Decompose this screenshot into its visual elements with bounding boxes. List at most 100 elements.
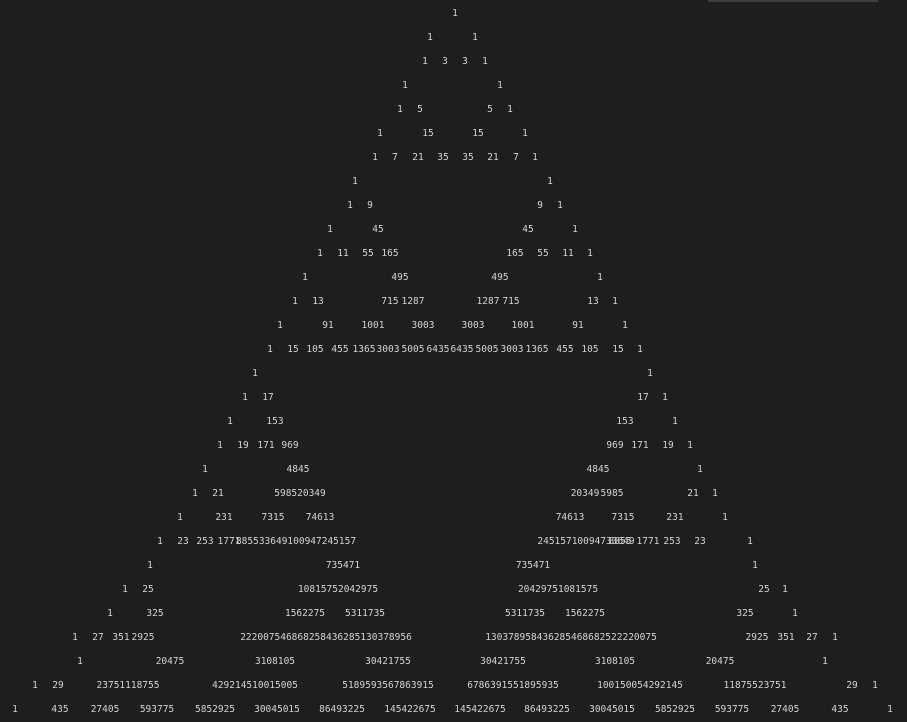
number-token: 5852925 bbox=[194, 704, 236, 715]
number-token: 23 bbox=[694, 536, 706, 547]
number-token: 45 bbox=[372, 224, 384, 235]
number-token: 1 bbox=[747, 536, 753, 547]
number-token: 5189593567863915 bbox=[342, 680, 434, 691]
number-token: 7 bbox=[392, 152, 398, 163]
number-token: 1 bbox=[122, 584, 128, 595]
number-token: 1 bbox=[147, 560, 153, 571]
number-token: 1 bbox=[522, 128, 528, 139]
number-token: 969 bbox=[281, 440, 299, 451]
number-token: 1 bbox=[292, 296, 298, 307]
number-token: 35 bbox=[437, 152, 449, 163]
number-token: 1 bbox=[202, 464, 208, 475]
output-line: 1 4845 4845 1 bbox=[0, 458, 907, 482]
number-token: 3108105 bbox=[594, 656, 636, 667]
number-token: 5 bbox=[417, 104, 423, 115]
number-token: 1 bbox=[687, 440, 693, 451]
output-line: 1 25 10815752042975 20429751081575 25 1 bbox=[0, 578, 907, 602]
number-token: 1 bbox=[557, 200, 563, 211]
number-token: 23 bbox=[177, 536, 189, 547]
number-token: 165 bbox=[506, 248, 524, 259]
output-line: 1 231 7315 74613 74613 7315 231 1 bbox=[0, 506, 907, 530]
number-token: 11 bbox=[562, 248, 574, 259]
number-token: 715 bbox=[381, 296, 399, 307]
number-token: 1 bbox=[872, 680, 878, 691]
number-token: 1 bbox=[422, 56, 428, 67]
number-token: 1 bbox=[267, 344, 273, 355]
number-token: 1 bbox=[572, 224, 578, 235]
number-token: 5005 bbox=[401, 344, 425, 355]
number-token: 9 bbox=[537, 200, 543, 211]
number-token: 1 bbox=[192, 488, 198, 499]
number-token: 100150054292145 bbox=[597, 680, 683, 691]
number-token: 27 bbox=[92, 632, 104, 643]
number-token: 735471 bbox=[325, 560, 361, 571]
number-token: 74613 bbox=[555, 512, 585, 523]
number-token: 1771 bbox=[636, 536, 660, 547]
number-token: 351 bbox=[112, 632, 130, 643]
output-line: 1 91 1001 3003 3003 1001 91 1 bbox=[0, 314, 907, 338]
number-token: 21 bbox=[412, 152, 424, 163]
output-line: 11 bbox=[0, 26, 907, 50]
number-token: 3003 bbox=[500, 344, 524, 355]
number-token: 15 bbox=[612, 344, 624, 355]
number-token: 5852925 bbox=[654, 704, 696, 715]
number-token: 6435 bbox=[450, 344, 474, 355]
number-token: 25 bbox=[758, 584, 770, 595]
output-line: 1 435 27405 593775 5852925 30045015 86493225 14… bbox=[0, 698, 907, 722]
number-token: 1 bbox=[782, 584, 788, 595]
number-token: 6786391551895935 bbox=[467, 680, 559, 691]
number-token: 29 bbox=[846, 680, 858, 691]
number-token: 715 bbox=[502, 296, 520, 307]
output-line: 1 29 23751118755 429214510015005 51895935678… bbox=[0, 674, 907, 698]
output-line: 1 23 253 1771 885533649100947245157 245157100… bbox=[0, 530, 907, 554]
number-token: 1 bbox=[637, 344, 643, 355]
output-line: 11 bbox=[0, 362, 907, 386]
number-token: 1 bbox=[547, 176, 553, 187]
terminal-output: 1 1 1 1 3 3 1 1 1 1 5 5 1 1 15 15 1 1 7 21 35 35 21 7 1 1 1 1 9 9 1 1 45… bbox=[0, 0, 907, 718]
number-token: 222007546868258436285130378956 bbox=[240, 632, 412, 643]
number-token: 5311735 bbox=[504, 608, 546, 619]
number-token: 45 bbox=[522, 224, 534, 235]
number-token: 325 bbox=[736, 608, 754, 619]
number-token: 1365 bbox=[352, 344, 376, 355]
output-line: 1 3 3 1 bbox=[0, 50, 907, 74]
output-line: 1 153 153 1 bbox=[0, 410, 907, 434]
number-token: 1001 bbox=[511, 320, 535, 331]
number-token: 351 bbox=[777, 632, 795, 643]
output-line: 1 19 171 969 969 171 19 1 bbox=[0, 434, 907, 458]
number-token: 130378958436285468682522220075 bbox=[485, 632, 657, 643]
number-token: 20475 bbox=[705, 656, 735, 667]
number-token: 20475 bbox=[155, 656, 185, 667]
number-token: 1 bbox=[242, 392, 248, 403]
number-token: 1 bbox=[697, 464, 703, 475]
number-token: 1001 bbox=[361, 320, 385, 331]
number-token: 145422675 bbox=[454, 704, 506, 715]
output-line: 1 45 45 1 bbox=[0, 218, 907, 242]
number-token: 1 bbox=[712, 488, 718, 499]
number-token: 55 bbox=[362, 248, 374, 259]
number-token: 23751118755 bbox=[96, 680, 160, 691]
number-token: 25 bbox=[142, 584, 154, 595]
output-line: 1 7 21 35 35 21 7 1 bbox=[0, 146, 907, 170]
output-line: 1 15 105 455 1365 3003 5005 6435 6435 5005 3003 136… bbox=[0, 338, 907, 362]
number-token: 1 bbox=[887, 704, 893, 715]
number-token: 1 bbox=[587, 248, 593, 259]
number-token: 3003 bbox=[461, 320, 485, 331]
number-token: 86493225 bbox=[319, 704, 365, 715]
number-token: 171 bbox=[631, 440, 649, 451]
number-token: 153 bbox=[616, 416, 634, 427]
number-token: 1 bbox=[32, 680, 38, 691]
number-token: 6435 bbox=[426, 344, 450, 355]
number-token: 1 bbox=[277, 320, 283, 331]
output-line: 1 17 17 1 bbox=[0, 386, 907, 410]
number-token: 27405 bbox=[770, 704, 800, 715]
number-token: 21 bbox=[487, 152, 499, 163]
number-token: 1 bbox=[72, 632, 78, 643]
number-token: 3 bbox=[442, 56, 448, 67]
number-token: 17 bbox=[637, 392, 649, 403]
number-token: 30045015 bbox=[589, 704, 635, 715]
number-token: 1 bbox=[722, 512, 728, 523]
output-line: 1 20475 3108105 30421755 30421755 3108105 2047… bbox=[0, 650, 907, 674]
number-token: 7 bbox=[513, 152, 519, 163]
number-token: 429214510015005 bbox=[212, 680, 298, 691]
